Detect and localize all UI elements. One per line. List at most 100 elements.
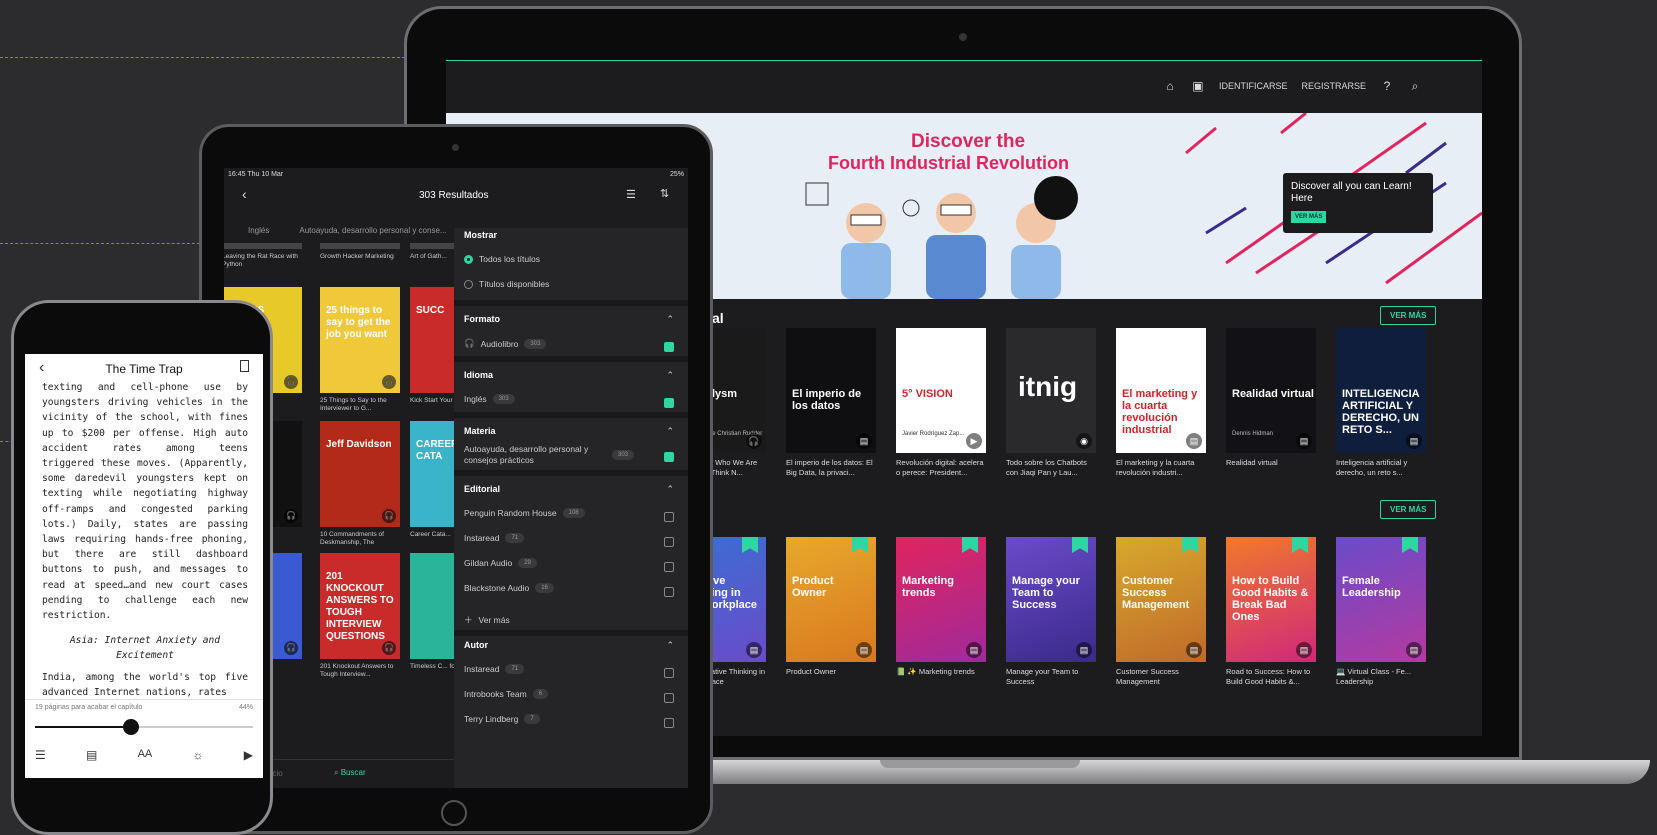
- help-icon[interactable]: ?: [1380, 79, 1394, 93]
- filter-heading: Mostrar: [464, 230, 498, 240]
- bookmark-icon[interactable]: [240, 360, 249, 372]
- course-card[interactable]: Manage your Team to Success ▤ Manage your …: [1006, 537, 1096, 687]
- book-cover[interactable]: Jeff Davidson 🎧: [320, 421, 400, 527]
- checkbox-checked[interactable]: [664, 342, 674, 352]
- checkbox[interactable]: [664, 537, 674, 547]
- checkbox[interactable]: [664, 668, 674, 678]
- chevron-up-icon[interactable]: ⌃: [666, 426, 674, 437]
- book-card[interactable]: El imperio de los datos ▤ El imperio de lo…: [786, 328, 876, 478]
- reader-text: texting and cell-phone use by youngsters…: [42, 380, 248, 700]
- book-cover[interactable]: 5° VISION Javier Rodríguez Zap... ▶: [896, 328, 986, 453]
- filter-option[interactable]: Terry Lindberg 7: [464, 714, 540, 724]
- chip-language[interactable]: Inglés: [248, 226, 269, 235]
- chevron-up-icon[interactable]: ⌃: [666, 640, 674, 651]
- book-card[interactable]: itnig ◉ Todo sobre los Chatbots con Jiaqi …: [1006, 328, 1096, 478]
- chevron-up-icon[interactable]: ⌃: [666, 314, 674, 325]
- book-title[interactable]: Revolución digital: acelera o perece: Pr…: [896, 458, 986, 478]
- radio-all-titles[interactable]: Todos los títulos: [464, 254, 540, 264]
- book-title[interactable]: Realidad virtual: [1226, 458, 1316, 478]
- filter-option[interactable]: Blackstone Audio 16: [464, 583, 554, 593]
- tablet-home-button[interactable]: [441, 800, 467, 826]
- checkbox[interactable]: [664, 512, 674, 522]
- course-card[interactable]: Customer Success Management ▤ Customer Suc…: [1116, 537, 1206, 687]
- course-card[interactable]: Female Leadership ▤ 💻 Virtual Class - Fe..…: [1336, 537, 1426, 687]
- filter-option[interactable]: Penguin Random House 108: [464, 508, 585, 518]
- course-title[interactable]: Customer Success Management: [1116, 667, 1206, 687]
- play-icon[interactable]: ▶: [244, 748, 253, 762]
- course-cover[interactable]: Female Leadership ▤: [1336, 537, 1426, 662]
- course-cover[interactable]: Customer Success Management ▤: [1116, 537, 1206, 662]
- book-card[interactable]: INTELIGENCIA ARTIFICIAL Y DERECHO, UN RE…: [1336, 328, 1426, 478]
- chevron-up-icon[interactable]: ⌃: [666, 370, 674, 381]
- course-title[interactable]: Manage your Team to Success: [1006, 667, 1096, 687]
- course-card[interactable]: Product Owner ▤ Product Owner: [786, 537, 876, 687]
- filter-option[interactable]: Gildan Audio 29: [464, 558, 537, 568]
- checkbox[interactable]: [664, 587, 674, 597]
- brightness-icon[interactable]: ☼: [193, 748, 204, 762]
- book-cover[interactable]: 201 KNOCKOUT ANSWERS TO TOUGH INTERVIEW …: [320, 553, 400, 659]
- result-book[interactable]: 201 KNOCKOUT ANSWERS TO TOUGH INTERVIEW …: [320, 553, 400, 681]
- chevron-up-icon[interactable]: ⌃: [666, 484, 674, 495]
- course-card[interactable]: Marketing trends ▤ 📗 ✨ Marketing trends: [896, 537, 986, 687]
- book-card[interactable]: 5° VISION Javier Rodríguez Zap... ▶ Revoluc…: [896, 328, 986, 478]
- book-card[interactable]: El marketing y la cuarta revolución indu…: [1116, 328, 1206, 478]
- book-cover[interactable]: INTELIGENCIA ARTIFICIAL Y DERECHO, UN RE…: [1336, 328, 1426, 453]
- course-cover[interactable]: Marketing trends ▤: [896, 537, 986, 662]
- course-cover[interactable]: Product Owner ▤: [786, 537, 876, 662]
- book-cover[interactable]: 25 things to say to get the job you want…: [320, 287, 400, 393]
- course-title[interactable]: Road to Success: How to Build Good Habit…: [1226, 667, 1316, 687]
- list-icon[interactable]: ☰: [35, 748, 46, 762]
- book-cover[interactable]: itnig ◉: [1006, 328, 1096, 453]
- progress-slider[interactable]: [35, 719, 253, 735]
- radio-available-titles[interactable]: Títulos disponibles: [464, 279, 549, 289]
- hero-ver-mas-button[interactable]: VER MÁS: [1291, 211, 1327, 223]
- filter-option[interactable]: Inglés 303: [464, 394, 515, 404]
- saved-books-icon[interactable]: ▣: [1191, 79, 1205, 93]
- course-cover[interactable]: Manage your Team to Success ▤: [1006, 537, 1096, 662]
- book-title[interactable]: Inteligencia artificial y derecho, un re…: [1336, 458, 1426, 478]
- book-title[interactable]: Todo sobre los Chatbots con Jiaqi Pan y …: [1006, 458, 1096, 478]
- filter-option[interactable]: Instaread 71: [464, 664, 525, 674]
- result-book[interactable]: Leaving the Rat Race with Python: [224, 243, 302, 271]
- book-title[interactable]: El imperio de los datos: El Big Data, la…: [786, 458, 876, 478]
- home-icon[interactable]: ⌂: [1163, 79, 1177, 93]
- filter-option[interactable]: Autoayuda, desarrollo personal y consejo…: [464, 444, 634, 466]
- filter-option[interactable]: 🎧 Audiolibro 303: [464, 338, 547, 349]
- register-link[interactable]: REGISTRARSE: [1301, 81, 1366, 91]
- checkbox[interactable]: [664, 693, 674, 703]
- course-title[interactable]: Product Owner: [786, 667, 876, 687]
- book-title[interactable]: El marketing y la cuarta revolución indu…: [1116, 458, 1206, 478]
- checkbox[interactable]: [664, 562, 674, 572]
- section1-ver-mas-button[interactable]: VER MÁS: [1380, 306, 1437, 325]
- checkbox[interactable]: [664, 718, 674, 728]
- checkbox-checked[interactable]: [664, 452, 674, 462]
- checkbox-checked[interactable]: [664, 398, 674, 408]
- book-cover[interactable]: El marketing y la cuarta revolución indu…: [1116, 328, 1206, 453]
- course-cover[interactable]: How to Build Good Habits & Break Bad One…: [1226, 537, 1316, 662]
- progress-knob[interactable]: [122, 719, 139, 735]
- filter-option[interactable]: Instaread 71: [464, 533, 525, 543]
- course-title[interactable]: 💻 Virtual Class - Fe... Leadership: [1336, 667, 1426, 687]
- login-link[interactable]: IDENTIFICARSE: [1219, 81, 1288, 91]
- book-cover[interactable]: Realidad virtual Dennis Hidman ▤: [1226, 328, 1316, 453]
- section2-ver-mas-button[interactable]: VER MÁS: [1380, 500, 1437, 519]
- result-book[interactable]: Jeff Davidson 🎧 10 Commandments of Deskman…: [320, 421, 400, 549]
- search-icon[interactable]: ⌕: [1408, 79, 1422, 93]
- tab-search[interactable]: ⌕ Buscar: [334, 768, 366, 778]
- book-cover[interactable]: El imperio de los datos ▤: [786, 328, 876, 453]
- filter-icon[interactable]: ☰: [626, 188, 636, 201]
- back-icon[interactable]: ‹: [242, 186, 247, 202]
- font-size-icon[interactable]: AA: [138, 748, 153, 762]
- result-book[interactable]: Growth Hacker Marketing: [320, 243, 400, 271]
- course-type-icon: ▤: [746, 642, 762, 658]
- filter-option[interactable]: Introbooks Team 6: [464, 689, 549, 699]
- course-card[interactable]: How to Build Good Habits & Break Bad One…: [1226, 537, 1316, 687]
- radio-label: Todos los títulos: [479, 254, 540, 264]
- sort-icon[interactable]: ⇅: [660, 187, 669, 200]
- notes-icon[interactable]: ▤: [86, 748, 97, 762]
- chip-subject[interactable]: Autoayuda, desarrollo personal y conse..…: [299, 226, 446, 235]
- course-title[interactable]: 📗 ✨ Marketing trends: [896, 667, 986, 687]
- see-more-link[interactable]: ＋ Ver más: [464, 614, 510, 626]
- result-book[interactable]: 25 things to say to get the job you want…: [320, 287, 400, 415]
- book-card[interactable]: Realidad virtual Dennis Hidman ▤ Realidad v…: [1226, 328, 1316, 478]
